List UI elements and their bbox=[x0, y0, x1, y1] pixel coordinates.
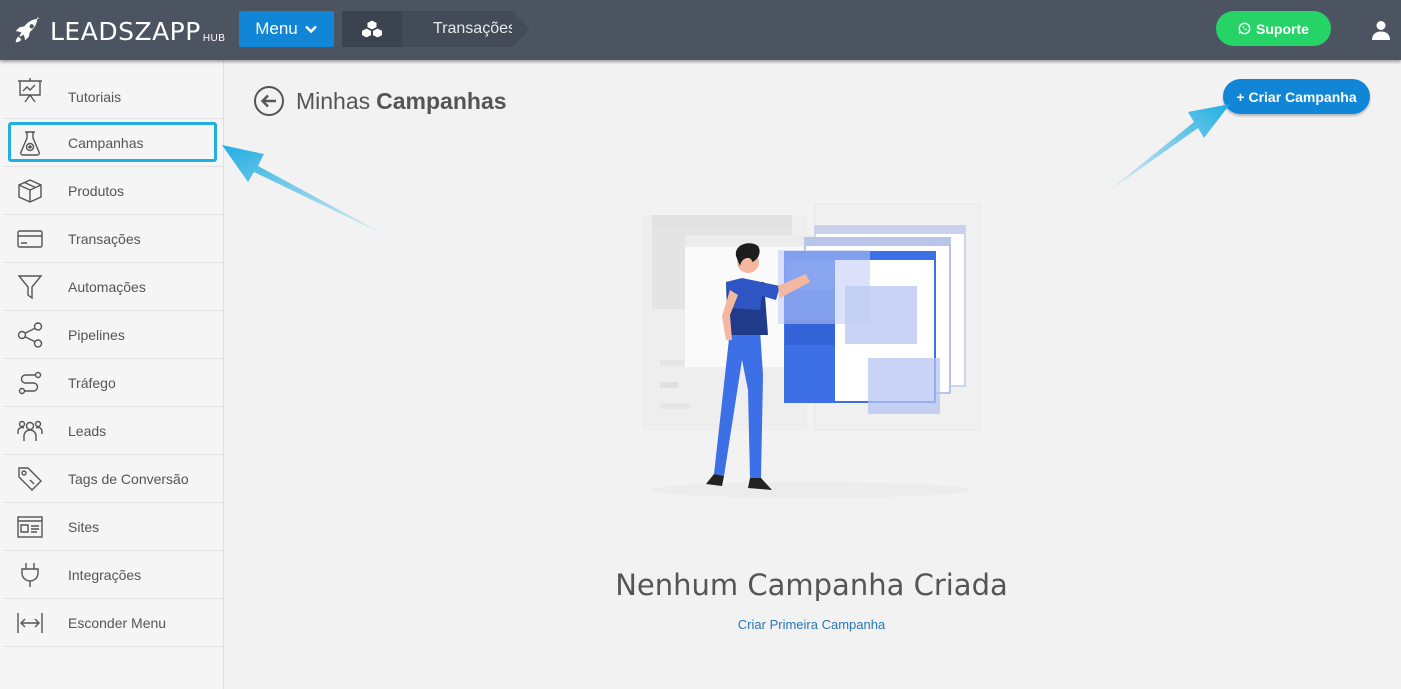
credit-card-icon bbox=[17, 229, 43, 248]
sidebar-item-tags-de-conversao[interactable]: Tags de Conversão bbox=[4, 455, 223, 503]
sidebar-item-tutoriais[interactable]: Tutoriais bbox=[4, 60, 223, 119]
breadcrumb-label: Transações bbox=[433, 20, 516, 37]
tags-icon bbox=[18, 466, 42, 491]
funnel-icon bbox=[17, 274, 43, 299]
presentation-board-icon bbox=[18, 78, 42, 103]
chevron-down-icon bbox=[304, 25, 317, 34]
sidebar-item-trafego[interactable]: Tráfego bbox=[4, 359, 223, 407]
menu-button-label: Menu bbox=[255, 19, 298, 38]
page-title-light: Minhas bbox=[296, 87, 371, 114]
sidebar-item-label: Produtos bbox=[68, 182, 125, 199]
sidebar-item-sites[interactable]: Sites bbox=[4, 503, 223, 551]
page-title-bold: Campanhas bbox=[376, 87, 507, 114]
sidebar-item-label: Tutoriais bbox=[68, 89, 122, 105]
sidebar-item-label: Campanhas bbox=[68, 134, 144, 151]
sidebar-item-automacoes[interactable]: Automações bbox=[4, 263, 223, 311]
browser-window-icon bbox=[17, 515, 43, 538]
sidebar-item-label: Pipelines bbox=[68, 326, 125, 343]
sidebar-item-produtos[interactable]: Produtos bbox=[4, 167, 223, 215]
logo-subtext: HUB bbox=[202, 33, 226, 44]
back-arrow-icon[interactable] bbox=[253, 85, 285, 117]
sidebar-item-campanhas[interactable]: Campanhas bbox=[4, 119, 223, 167]
sidebar-item-label: Tags de Conversão bbox=[68, 470, 189, 487]
breadcrumb-home[interactable] bbox=[342, 11, 420, 47]
create-campaign-button[interactable]: + Criar Campanha bbox=[1223, 79, 1370, 114]
logo-text: LEADSZAPP bbox=[50, 16, 201, 46]
rocket-icon bbox=[15, 16, 40, 43]
cubes-icon bbox=[361, 19, 383, 39]
breadcrumb-current[interactable]: Transações bbox=[402, 11, 530, 47]
support-button[interactable]: Suporte bbox=[1216, 11, 1331, 46]
share-icon bbox=[17, 321, 43, 348]
sidebar-item-transacoes[interactable]: Transações bbox=[4, 215, 223, 263]
sidebar-item-leads[interactable]: Leads bbox=[4, 407, 223, 455]
annotation-arrow-right bbox=[1102, 104, 1230, 196]
support-button-label: Suporte bbox=[1256, 20, 1309, 37]
sidebar-item-label: Leads bbox=[68, 422, 107, 439]
empty-state-illustration bbox=[642, 203, 981, 498]
sidebar-item-label: Automações bbox=[68, 278, 146, 295]
empty-state-title: Nenhum Campanha Criada bbox=[615, 568, 1008, 602]
annotation-arrow-left bbox=[222, 145, 395, 240]
top-bar: LEADSZAPP HUB Menu Transações Suporte bbox=[0, 0, 1401, 60]
flask-icon bbox=[20, 130, 40, 156]
sidebar-item-label: Transações bbox=[68, 230, 141, 247]
user-icon[interactable] bbox=[1372, 20, 1390, 40]
whatsapp-icon bbox=[1238, 22, 1251, 35]
users-icon bbox=[17, 420, 43, 441]
sidebar-item-pipelines[interactable]: Pipelines bbox=[4, 311, 223, 359]
create-first-campaign-link[interactable]: Criar Primeira Campanha bbox=[0, 617, 1401, 632]
page-title: Minhas Campanhas bbox=[253, 85, 507, 117]
box-icon bbox=[18, 178, 42, 203]
menu-button[interactable]: Menu bbox=[239, 11, 334, 47]
route-icon bbox=[18, 371, 42, 394]
sidebar-item-label: Tráfego bbox=[68, 374, 116, 391]
sidebar-item-label: Sites bbox=[68, 518, 100, 535]
logo[interactable]: LEADSZAPP HUB bbox=[12, 14, 225, 48]
